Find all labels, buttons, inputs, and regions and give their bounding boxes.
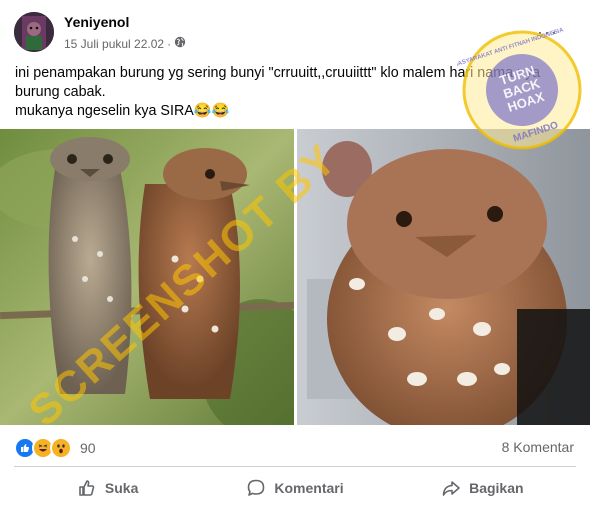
post-text: ini penampakan burung yg sering bunyi "c… — [15, 64, 580, 121]
share-label: Bagikan — [469, 480, 524, 496]
facebook-post-card: Yeniyenol 15 Juli pukul 22.02 · ··· ini … — [0, 0, 590, 507]
comment-label: Komentari — [274, 480, 344, 496]
comment-button[interactable]: Komentari — [201, 472, 388, 504]
like-button[interactable]: Suka — [14, 472, 201, 504]
avatar[interactable] — [14, 12, 54, 52]
thumbs-up-icon — [79, 480, 95, 496]
post-photos — [0, 129, 590, 425]
more-options-icon[interactable]: ··· — [537, 22, 558, 43]
author-name[interactable]: Yeniyenol — [64, 14, 129, 30]
post-text-line: ini penampakan burung yg sering bunyi "c… — [15, 65, 541, 81]
photo-frogmouth-closeup[interactable] — [297, 129, 590, 425]
reaction-summary[interactable]: 90 — [14, 437, 96, 459]
post-timestamp[interactable]: 15 Juli pukul 22.02 — [64, 37, 164, 51]
like-label: Suka — [104, 480, 139, 496]
post-meta: 15 Juli pukul 22.02 · — [64, 36, 186, 51]
wow-icon — [50, 437, 72, 459]
photo-two-frogmouths[interactable] — [0, 129, 294, 425]
meta-separator: · — [167, 36, 172, 51]
comment-bubble-icon — [248, 479, 265, 496]
share-arrow-icon — [442, 481, 460, 496]
post-text-line: burung cabak. — [15, 84, 106, 100]
reaction-count: 90 — [80, 440, 96, 456]
comment-count-link[interactable]: 8 Komentar — [502, 439, 574, 455]
post-actions: Suka Komentari Bagikan — [14, 472, 576, 504]
action-divider — [14, 466, 576, 467]
post-text-line: mukanya ngeselin kya SIRA😂😂 — [15, 103, 230, 119]
share-button[interactable]: Bagikan — [389, 472, 576, 504]
globe-icon — [174, 36, 186, 51]
post-header: Yeniyenol 15 Juli pukul 22.02 · ··· — [12, 10, 572, 54]
